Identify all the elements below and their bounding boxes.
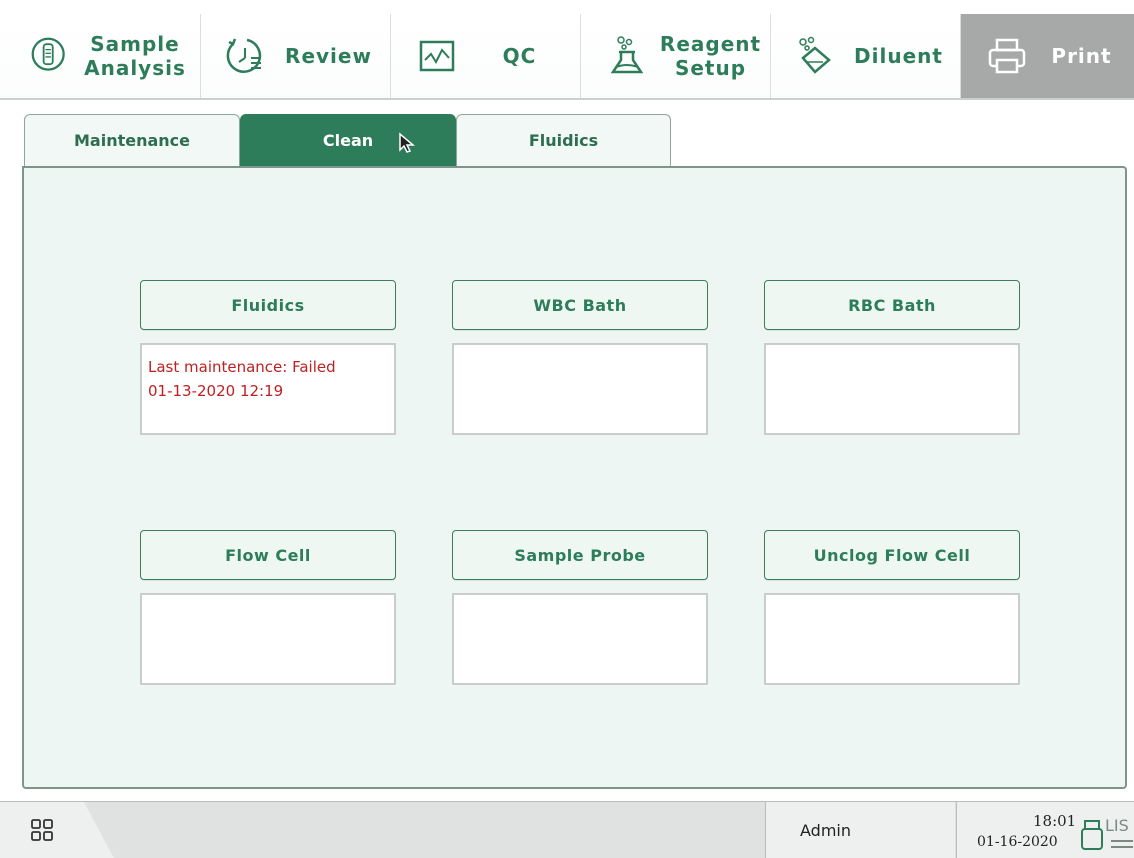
clean-wbc-bath-button[interactable]: WBC Bath bbox=[452, 280, 708, 330]
clean-sample-probe-button[interactable]: Sample Probe bbox=[452, 530, 708, 580]
toolbar-label: Diluent bbox=[854, 44, 943, 68]
lis-connection-icon bbox=[1111, 840, 1133, 848]
rbc-bath-status-box bbox=[764, 343, 1020, 435]
grid-menu-icon bbox=[31, 819, 53, 841]
unclog-flow-cell-button[interactable]: Unclog Flow Cell bbox=[764, 530, 1020, 580]
toolbar-label: QC bbox=[502, 44, 537, 68]
toolbar-label: Analysis bbox=[84, 56, 186, 80]
unclog-flow-cell-status-box bbox=[764, 593, 1020, 685]
toolbar-print-button[interactable]: Print bbox=[960, 14, 1134, 98]
clock-date: 01-16-2020 bbox=[977, 834, 1058, 850]
status-bar: Admin 18:01 01-16-2020 LIS bbox=[0, 801, 1134, 858]
lis-status-label: LIS bbox=[1105, 816, 1129, 835]
clean-button-label: WBC Bath bbox=[533, 295, 627, 315]
main-menu-button[interactable] bbox=[0, 802, 85, 858]
flow-cell-status-box bbox=[140, 593, 396, 685]
clean-button-label: Fluidics bbox=[231, 295, 305, 315]
clock-time: 18:01 bbox=[1033, 812, 1077, 830]
sample-tube-icon bbox=[31, 37, 65, 71]
clean-button-label: Flow Cell bbox=[225, 545, 311, 565]
toolbar-diluent-button[interactable]: Diluent bbox=[770, 14, 960, 98]
toolbar-label: Sample bbox=[90, 32, 180, 56]
toolbar-label: Review bbox=[285, 44, 372, 68]
review-history-icon bbox=[226, 38, 262, 73]
clean-button-label: Sample Probe bbox=[514, 545, 646, 565]
usb-icon bbox=[1081, 820, 1103, 850]
tab-label: Clean bbox=[322, 131, 374, 150]
tab-maintenance[interactable]: Maintenance bbox=[24, 114, 240, 166]
tab-label: Maintenance bbox=[73, 131, 190, 150]
toolbar-label: Print bbox=[1051, 44, 1112, 68]
fluidics-status-box: Last maintenance: Failed 01-13-2020 12:1… bbox=[140, 343, 396, 435]
clean-rbc-bath-button[interactable]: RBC Bath bbox=[764, 280, 1020, 330]
reagent-flask-icon bbox=[610, 36, 644, 74]
datetime-area: 18:01 01-16-2020 LIS bbox=[956, 802, 1134, 858]
diluent-icon bbox=[799, 36, 831, 74]
printer-icon bbox=[988, 38, 1026, 74]
toolbar-reagent-setup-button[interactable]: Reagent Setup bbox=[580, 14, 770, 98]
sample-probe-status-box bbox=[452, 593, 708, 685]
wbc-bath-status-box bbox=[452, 343, 708, 435]
tab-label: Fluidics bbox=[528, 131, 599, 150]
toolbar-sample-analysis-button[interactable]: Sample Analysis bbox=[0, 14, 200, 98]
toolbar-qc-button[interactable]: QC bbox=[390, 14, 580, 98]
clean-flow-cell-button[interactable]: Flow Cell bbox=[140, 530, 396, 580]
qc-chart-icon bbox=[419, 40, 455, 72]
toolbar-label: Reagent bbox=[659, 32, 762, 56]
message-area bbox=[84, 802, 764, 858]
main-toolbar: Sample Analysis Review QC Reagent Setup … bbox=[0, 0, 1134, 100]
tab-clean[interactable]: Clean bbox=[240, 114, 456, 166]
toolbar-review-button[interactable]: Review bbox=[200, 14, 390, 98]
clean-panel bbox=[22, 166, 1127, 789]
toolbar-label: Setup bbox=[674, 56, 747, 80]
tab-fluidics[interactable]: Fluidics bbox=[456, 114, 671, 166]
clean-fluidics-button[interactable]: Fluidics bbox=[140, 280, 396, 330]
current-user: Admin bbox=[765, 802, 955, 858]
status-timestamp: 01-13-2020 12:19 bbox=[148, 382, 284, 400]
mouse-pointer-icon bbox=[399, 132, 416, 153]
status-line: Last maintenance: Failed bbox=[148, 358, 336, 376]
user-name: Admin bbox=[800, 820, 851, 840]
clean-button-label: Unclog Flow Cell bbox=[813, 545, 971, 565]
clean-button-label: RBC Bath bbox=[848, 295, 936, 315]
